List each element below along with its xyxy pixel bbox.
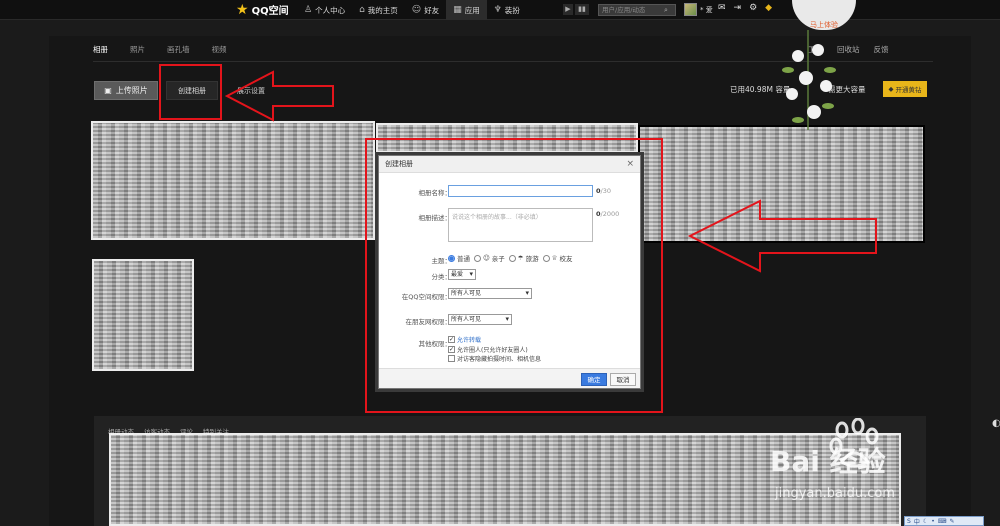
annotation-arrow-left-top xyxy=(225,70,334,122)
top-nav: ♙ 个人中心 ⌂ 我的主页 ☺ 好友 ▦ 应用 ♆ 装扮 xyxy=(297,0,527,20)
tab-photo-wall[interactable]: 画孔墙 xyxy=(167,44,190,55)
search-icon[interactable]: ⌕ xyxy=(664,6,668,15)
baidu-watermark: Bai 经验 xyxy=(770,445,886,478)
dot-icon: • xyxy=(931,517,935,525)
album-tabs: 相册 照片 画孔墙 视频 xyxy=(93,44,227,55)
nav-personal-center[interactable]: ♙ 个人中心 xyxy=(297,0,352,20)
friends-icon: ☺ xyxy=(411,5,422,15)
ime-toolbar[interactable]: S 中 ☾ • ⌨ ✎ xyxy=(904,516,984,526)
annotation-arrow-left-right xyxy=(688,199,877,273)
annotation-box-create-button xyxy=(159,64,222,120)
mail-icon[interactable]: ✉ xyxy=(718,3,726,13)
upload-label: 上传照片 xyxy=(115,86,148,95)
album-thumbnail[interactable] xyxy=(91,121,375,240)
user-name[interactable]: * 爱 xyxy=(700,5,713,15)
apps-icon: ▦ xyxy=(453,5,462,15)
user-avatar[interactable] xyxy=(684,3,697,16)
wrench-icon: ✎ xyxy=(949,517,955,525)
tab-photos[interactable]: 照片 xyxy=(130,44,145,55)
nav-label: 个人中心 xyxy=(315,5,346,15)
ime-mode: 中 xyxy=(913,518,920,526)
volume-bars-icon[interactable]: ▮▮ xyxy=(575,4,589,15)
nav-label: 装扮 xyxy=(504,5,520,15)
nav-apps[interactable]: ▦ 应用 xyxy=(446,0,487,20)
top-right-icons: ✉ ⇥ ⚙ ◆ xyxy=(718,3,772,13)
moon-icon: ☾ xyxy=(922,517,929,525)
qzone-logo[interactable]: ★ QQ空间 xyxy=(236,1,289,18)
s-logo-icon: S xyxy=(907,517,911,525)
play-icon[interactable]: ▶ xyxy=(563,4,573,15)
tab-albums[interactable]: 相册 xyxy=(93,44,108,55)
annotation-box-dialog xyxy=(365,138,663,413)
nav-label: 好友 xyxy=(424,5,440,15)
feedback-link[interactable]: 反馈 xyxy=(874,44,889,55)
nav-friends[interactable]: ☺ 好友 xyxy=(405,0,446,20)
gear-icon[interactable]: ⚙ xyxy=(749,3,757,13)
baidu-watermark-url: jingyan.baidu.com xyxy=(775,486,895,501)
keyboard-icon: ⌨ xyxy=(937,517,947,525)
shirt-icon: ♆ xyxy=(493,5,502,15)
vip-button[interactable]: ◆ 开通黄钻 xyxy=(883,81,927,97)
diamond-icon: ◆ xyxy=(888,85,894,93)
flower-decoration xyxy=(782,30,836,130)
nav-my-homepage[interactable]: ⌂ 我的主页 xyxy=(352,0,405,20)
album-thumbnail[interactable] xyxy=(92,259,194,371)
vip-label: 开通黄钻 xyxy=(895,86,922,94)
upload-photos-button[interactable]: ▣ 上传照片 xyxy=(94,81,158,100)
nav-label: 应用 xyxy=(464,5,480,15)
logo-text: QQ空间 xyxy=(251,6,289,17)
music-player: ▶ ▮▮ xyxy=(563,4,589,15)
star-logo-icon: ★ xyxy=(236,1,249,18)
home-icon: ⌂ xyxy=(359,5,365,15)
person-icon: ♙ xyxy=(304,5,313,15)
diamond-icon[interactable]: ◆ xyxy=(765,3,772,13)
nav-label: 我的主页 xyxy=(367,5,398,15)
nav-decorate[interactable]: ♆ 装扮 xyxy=(487,0,527,20)
tab-videos[interactable]: 视频 xyxy=(212,44,227,55)
side-scroll-icon[interactable]: ◐ xyxy=(992,418,1000,440)
promo-badge[interactable]: 马上体验 xyxy=(792,0,856,30)
logout-icon[interactable]: ⇥ xyxy=(734,3,742,13)
image-icon: ▣ xyxy=(104,86,112,95)
